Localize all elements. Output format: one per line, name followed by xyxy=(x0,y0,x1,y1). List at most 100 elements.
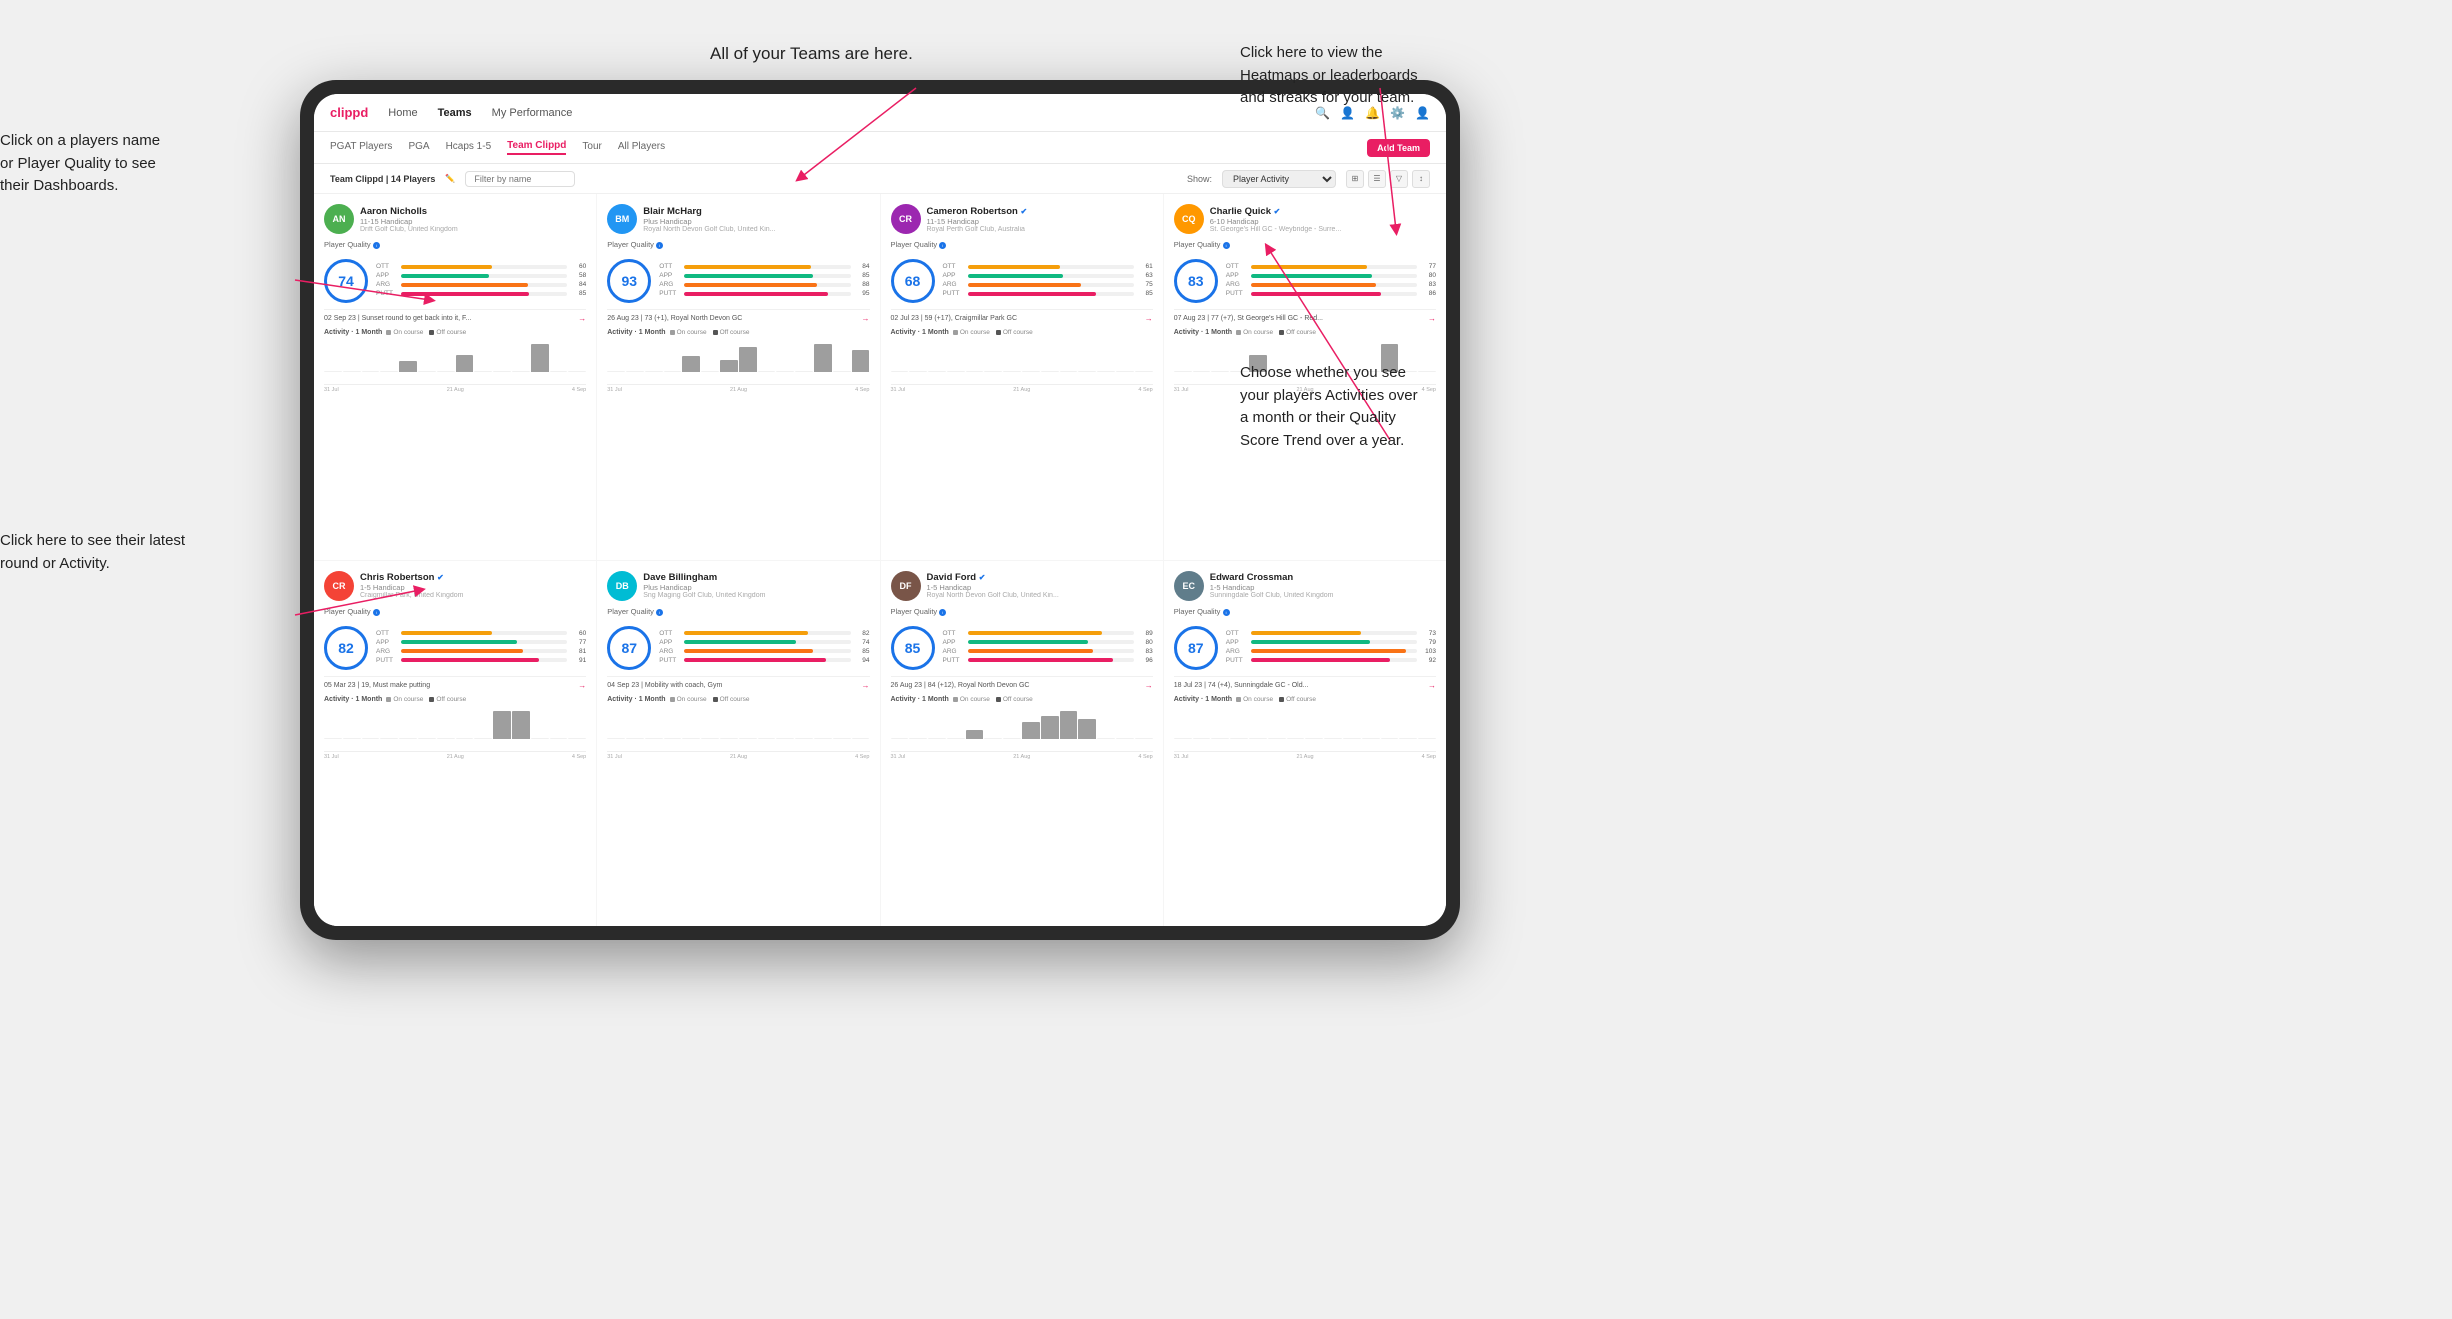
quality-circle[interactable]: 82 xyxy=(324,626,368,670)
recent-round[interactable]: 26 Aug 23 | 84 (+12), Royal North Devon … xyxy=(891,676,1153,690)
quality-circle[interactable]: 74 xyxy=(324,259,368,303)
player-header: CR Chris Robertson ✔ 1-5 Handicap Craigm… xyxy=(324,571,586,601)
recent-round[interactable]: 26 Aug 23 | 73 (+1), Royal North Devon G… xyxy=(607,309,869,323)
round-arrow-icon: → xyxy=(862,314,870,323)
recent-round[interactable]: 18 Jul 23 | 74 (+4), Sunningdale GC - Ol… xyxy=(1174,676,1436,690)
player-card[interactable]: EC Edward Crossman 1-5 Handicap Sunningd… xyxy=(1164,561,1446,927)
player-avatar: CR xyxy=(891,204,921,234)
view-icons: ⊞ ☰ ▽ ↕ xyxy=(1346,170,1430,188)
grid-view-icon[interactable]: ⊞ xyxy=(1346,170,1364,188)
activity-legend: On course Off course xyxy=(953,329,1033,336)
player-avatar: CQ xyxy=(1174,204,1204,234)
activity-legend: On course Off course xyxy=(670,329,750,336)
player-name[interactable]: Blair McHarg xyxy=(643,206,869,217)
mini-chart xyxy=(1174,707,1436,752)
quality-stats: OTT 89 APP 80 ARG 83 PU xyxy=(943,630,1153,666)
player-header: CQ Charlie Quick ✔ 6-10 Handicap St. Geo… xyxy=(1174,204,1436,234)
chart-labels: 31 Jul 21 Aug 4 Sep xyxy=(1174,754,1436,760)
show-select[interactable]: Player Activity Quality Score Trend xyxy=(1222,170,1336,188)
nav-my-performance[interactable]: My Performance xyxy=(492,107,573,119)
quality-circle[interactable]: 68 xyxy=(891,259,935,303)
quality-circle[interactable]: 85 xyxy=(891,626,935,670)
stat-row-ott: OTT 77 xyxy=(1226,263,1436,270)
player-avatar: EC xyxy=(1174,571,1204,601)
player-info: Dave Billingham Plus Handicap Sng Maging… xyxy=(643,572,869,599)
player-card[interactable]: DF David Ford ✔ 1-5 Handicap Royal North… xyxy=(881,561,1163,927)
tab-pgat-players[interactable]: PGAT Players xyxy=(330,141,392,154)
recent-round[interactable]: 07 Aug 23 | 77 (+7), St George's Hill GC… xyxy=(1174,309,1436,323)
activity-header: Activity · 1 Month On course Off course xyxy=(891,696,1153,703)
tab-hcaps[interactable]: Hcaps 1-5 xyxy=(446,141,492,154)
quality-circle[interactable]: 87 xyxy=(607,626,651,670)
filter-input[interactable] xyxy=(465,171,575,187)
quality-label: Player Quality i xyxy=(1174,240,1436,249)
activity-section: Activity · 1 Month On course Off course … xyxy=(324,329,586,550)
recent-round[interactable]: 02 Jul 23 | 59 (+17), Craigmillar Park G… xyxy=(891,309,1153,323)
activity-legend: On course Off course xyxy=(1236,696,1316,703)
round-arrow-icon: → xyxy=(1428,681,1436,690)
stat-row-arg: ARG 75 xyxy=(943,281,1153,288)
player-card[interactable]: CR Chris Robertson ✔ 1-5 Handicap Craigm… xyxy=(314,561,596,927)
subnav: PGAT Players PGA Hcaps 1-5 Team Clippd T… xyxy=(314,132,1446,164)
player-name[interactable]: Edward Crossman xyxy=(1210,572,1436,583)
tab-pga[interactable]: PGA xyxy=(408,141,429,154)
tablet-screen: clippd Home Teams My Performance 🔍 👤 🔔 ⚙… xyxy=(314,94,1446,926)
tab-tour[interactable]: Tour xyxy=(582,141,601,154)
recent-round[interactable]: 02 Sep 23 | Sunset round to get back int… xyxy=(324,309,586,323)
nav-teams[interactable]: Teams xyxy=(438,107,472,119)
tab-team-clippd[interactable]: Team Clippd xyxy=(507,140,566,155)
add-team-button[interactable]: Add Team xyxy=(1367,139,1430,157)
list-view-icon[interactable]: ☰ xyxy=(1368,170,1386,188)
mini-chart xyxy=(891,707,1153,752)
sort-icon[interactable]: ↕ xyxy=(1412,170,1430,188)
stat-row-app: APP 77 xyxy=(376,639,586,646)
app-logo: clippd xyxy=(330,105,368,120)
player-info: Aaron Nicholls 11-15 Handicap Drift Golf… xyxy=(360,206,586,233)
player-name[interactable]: David Ford ✔ xyxy=(927,572,1153,583)
quality-circle[interactable]: 87 xyxy=(1174,626,1218,670)
activity-legend: On course Off course xyxy=(386,696,466,703)
quality-section: 68 OTT 61 APP 63 ARG xyxy=(891,259,1153,303)
player-avatar: AN xyxy=(324,204,354,234)
quality-section: 83 OTT 77 APP 80 ARG xyxy=(1174,259,1436,303)
player-name[interactable]: Charlie Quick ✔ xyxy=(1210,206,1436,217)
activity-section: Activity · 1 Month On course Off course … xyxy=(607,696,869,917)
stat-row-app: APP 63 xyxy=(943,272,1153,279)
player-name[interactable]: Cameron Robertson ✔ xyxy=(927,206,1153,217)
player-info: Chris Robertson ✔ 1-5 Handicap Craigmill… xyxy=(360,572,586,599)
quality-label: Player Quality i xyxy=(607,607,869,616)
player-handicap: 11-15 Handicap xyxy=(927,217,1153,226)
stat-row-putt: PUTT 86 xyxy=(1226,290,1436,297)
player-club: Royal North Devon Golf Club, United Kin.… xyxy=(643,226,869,233)
round-arrow-icon: → xyxy=(1428,314,1436,323)
player-card[interactable]: AN Aaron Nicholls 11-15 Handicap Drift G… xyxy=(314,194,596,560)
stat-row-app: APP 74 xyxy=(659,639,869,646)
edit-icon[interactable]: ✏️ xyxy=(445,174,455,183)
filter-icon[interactable]: ▽ xyxy=(1390,170,1408,188)
recent-round[interactable]: 04 Sep 23 | Mobility with coach, Gym → xyxy=(607,676,869,690)
player-card[interactable]: BM Blair McHarg Plus Handicap Royal Nort… xyxy=(597,194,879,560)
activity-section: Activity · 1 Month On course Off course … xyxy=(324,696,586,917)
recent-round[interactable]: 05 Mar 23 | 19, Must make putting → xyxy=(324,676,586,690)
quality-circle[interactable]: 83 xyxy=(1174,259,1218,303)
player-name[interactable]: Chris Robertson ✔ xyxy=(360,572,586,583)
player-handicap: 1-5 Handicap xyxy=(1210,583,1436,592)
quality-circle[interactable]: 93 xyxy=(607,259,651,303)
activity-header: Activity · 1 Month On course Off course xyxy=(1174,696,1436,703)
player-handicap: 1-5 Handicap xyxy=(360,583,586,592)
quality-stats: OTT 84 APP 85 ARG 88 PU xyxy=(659,263,869,299)
player-info: Cameron Robertson ✔ 11-15 Handicap Royal… xyxy=(927,206,1153,233)
quality-label: Player Quality i xyxy=(324,240,586,249)
nav-home[interactable]: Home xyxy=(388,107,417,119)
player-card[interactable]: DB Dave Billingham Plus Handicap Sng Mag… xyxy=(597,561,879,927)
player-name[interactable]: Aaron Nicholls xyxy=(360,206,586,217)
player-header: BM Blair McHarg Plus Handicap Royal Nort… xyxy=(607,204,869,234)
quality-label: Player Quality i xyxy=(891,240,1153,249)
stat-row-ott: OTT 60 xyxy=(376,263,586,270)
player-handicap: Plus Handicap xyxy=(643,583,869,592)
player-name[interactable]: Dave Billingham xyxy=(643,572,869,583)
quality-stats: OTT 61 APP 63 ARG 75 PU xyxy=(943,263,1153,299)
player-card[interactable]: CR Cameron Robertson ✔ 11-15 Handicap Ro… xyxy=(881,194,1163,560)
stat-row-ott: OTT 84 xyxy=(659,263,869,270)
tab-all-players[interactable]: All Players xyxy=(618,141,665,154)
